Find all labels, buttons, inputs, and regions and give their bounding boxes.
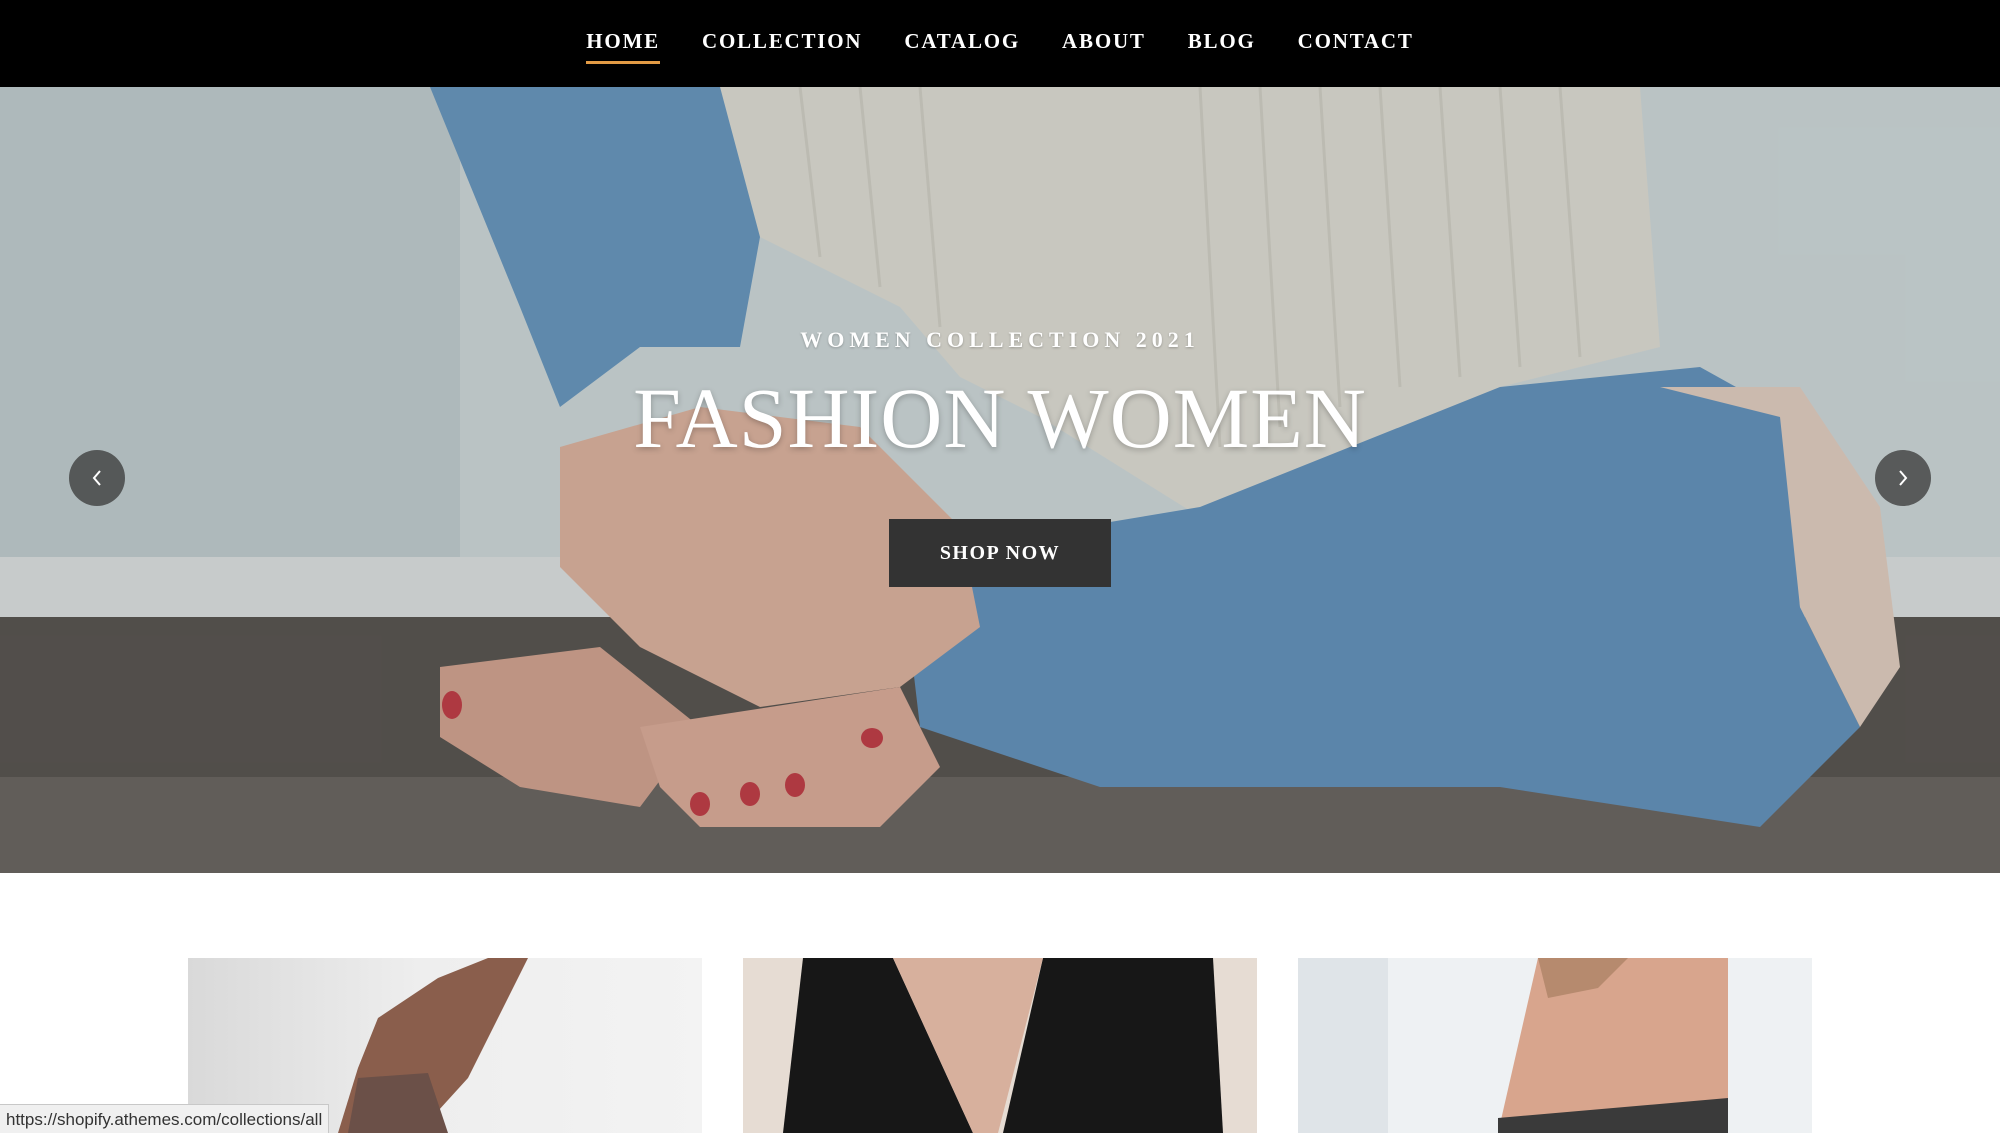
hero-content: WOMEN COLLECTION 2021 FASHION WOMEN SHOP… <box>0 327 2000 587</box>
hero-title: FASHION WOMEN <box>633 370 1367 466</box>
hero-kicker: WOMEN COLLECTION 2021 <box>800 327 1200 352</box>
nav-list: HOME COLLECTION CATALOG ABOUT BLOG CONTA… <box>0 0 2000 87</box>
chevron-left-icon <box>92 470 101 486</box>
nav-item-collection[interactable]: COLLECTION <box>702 29 862 58</box>
shop-now-button[interactable]: SHOP NOW <box>889 519 1111 587</box>
chevron-right-icon <box>1899 470 1908 486</box>
nav-item-about[interactable]: ABOUT <box>1062 29 1146 58</box>
slider-next-button[interactable] <box>1875 450 1931 506</box>
collection-tile-2[interactable] <box>743 958 1257 1133</box>
collection-image-3 <box>1298 958 1812 1133</box>
main-nav: HOME COLLECTION CATALOG ABOUT BLOG CONTA… <box>0 0 2000 87</box>
nav-item-blog[interactable]: BLOG <box>1188 29 1256 58</box>
hero-slider: WOMEN COLLECTION 2021 FASHION WOMEN SHOP… <box>0 87 2000 873</box>
status-bar-url: https://shopify.athemes.com/collections/… <box>0 1104 330 1133</box>
page: HOME COLLECTION CATALOG ABOUT BLOG CONTA… <box>0 0 2000 1133</box>
collection-image-2 <box>743 958 1257 1133</box>
nav-item-catalog[interactable]: CATALOG <box>904 29 1020 58</box>
nav-item-home[interactable]: HOME <box>586 29 660 64</box>
collection-tile-3[interactable] <box>1298 958 1812 1133</box>
slider-prev-button[interactable] <box>69 450 125 506</box>
nav-item-contact[interactable]: CONTACT <box>1298 29 1414 58</box>
